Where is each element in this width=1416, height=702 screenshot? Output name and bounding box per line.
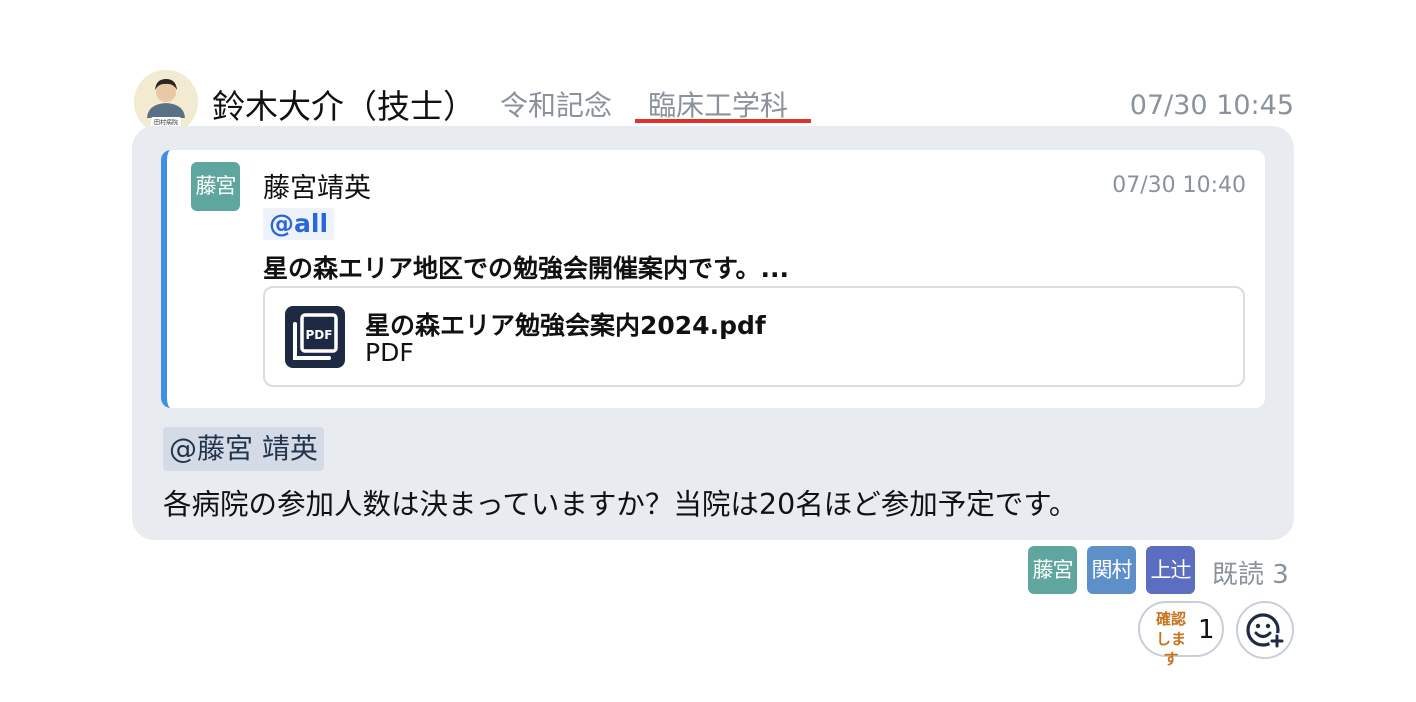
reader-avatar[interactable]: 上辻 bbox=[1146, 546, 1195, 594]
stamp-line-2: します bbox=[1155, 630, 1186, 668]
file-attachment[interactable]: PDF 星の森エリア勉強会案内2024.pdf PDF bbox=[263, 286, 1245, 387]
reader-avatar[interactable]: 藤宮 bbox=[1028, 546, 1077, 594]
add-reaction-button[interactable] bbox=[1236, 601, 1294, 659]
stamp-line-1: 確認 bbox=[1155, 610, 1186, 628]
pdf-icon-label: PDF bbox=[306, 328, 333, 342]
pdf-icon: PDF bbox=[285, 306, 345, 368]
reaction-count: 1 bbox=[1198, 615, 1215, 645]
add-emoji-icon bbox=[1246, 613, 1285, 649]
sender-avatar[interactable]: 田村病院 bbox=[134, 70, 198, 134]
confirm-stamp-icon: 確認 します bbox=[1150, 609, 1192, 668]
mention-tag[interactable]: @藤宮 靖英 bbox=[163, 427, 324, 471]
sender-organization: 令和記念 bbox=[500, 89, 613, 122]
read-count[interactable]: 既読 3 bbox=[1212, 554, 1289, 591]
sender-photo: 田村病院 bbox=[134, 70, 198, 134]
department-underline bbox=[635, 119, 811, 123]
reaction-confirm-button[interactable]: 確認 します 1 bbox=[1138, 601, 1224, 668]
quoted-sender-name: 藤宮靖英 bbox=[263, 173, 371, 204]
quoted-timestamp: 07/30 10:40 bbox=[1112, 173, 1246, 198]
message-timestamp: 07/30 10:45 bbox=[1129, 90, 1294, 121]
attachment-filename: 星の森エリア勉強会案内2024.pdf bbox=[365, 311, 766, 340]
sender-department: 臨床工学科 bbox=[648, 89, 789, 122]
attachment-type: PDF bbox=[365, 338, 414, 367]
quoted-sender-avatar[interactable]: 藤宮 bbox=[191, 162, 240, 211]
quoted-mention-all[interactable]: @all bbox=[263, 208, 335, 240]
sender-name[interactable]: 鈴木大介（技士） bbox=[212, 80, 476, 128]
chat-message: 田村病院 鈴木大介（技士） 令和記念 臨床工学科 07/30 10:45 藤宮 … bbox=[0, 0, 1416, 702]
quoted-text: 星の森エリア地区での勉強会開催案内です。... bbox=[263, 254, 789, 283]
reader-avatar[interactable]: 関村 bbox=[1087, 546, 1136, 594]
message-body: 各病院の参加人数は決まっていますか？当院は20名ほど参加予定です。 bbox=[163, 488, 1078, 521]
